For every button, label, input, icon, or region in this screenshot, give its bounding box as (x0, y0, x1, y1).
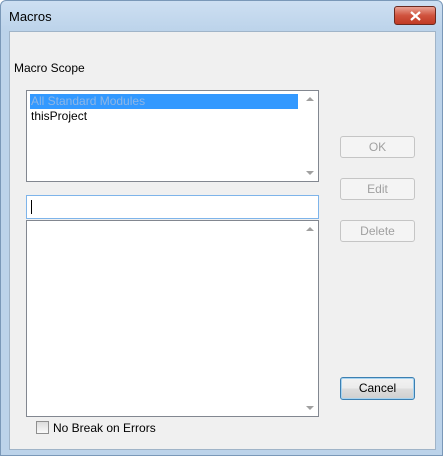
no-break-on-errors-checkbox[interactable] (36, 421, 49, 434)
text-caret (31, 200, 32, 214)
macro-scope-list[interactable]: All Standard Modules thisProject (26, 90, 319, 182)
cancel-button[interactable]: Cancel (340, 377, 415, 400)
no-break-on-errors-label: No Break on Errors (53, 421, 156, 435)
delete-button[interactable]: Delete (340, 220, 415, 242)
scope-item-all-standard-modules[interactable]: All Standard Modules (30, 94, 298, 109)
dialog-body: Macro Scope All Standard Modules thisPro… (9, 31, 436, 450)
scope-list-scrollbar[interactable] (301, 91, 318, 181)
scroll-up-arrow-icon[interactable] (306, 227, 314, 231)
macro-name-input[interactable] (26, 195, 319, 219)
edit-button[interactable]: Edit (340, 178, 415, 200)
close-button[interactable] (394, 6, 436, 25)
ok-button[interactable]: OK (340, 136, 415, 158)
scope-item-thisproject[interactable]: thisProject (30, 109, 298, 124)
title-bar: Macros (1, 1, 442, 31)
dialog-title: Macros (9, 9, 52, 24)
scroll-down-arrow-icon[interactable] (306, 171, 314, 175)
macros-list-scrollbar[interactable] (301, 221, 318, 416)
close-icon (410, 11, 421, 21)
macro-scope-label: Macro Scope (14, 61, 85, 75)
scroll-down-arrow-icon[interactable] (306, 406, 314, 410)
macros-list[interactable] (26, 220, 319, 417)
scroll-up-arrow-icon[interactable] (306, 97, 314, 101)
macros-dialog: Macros Macro Scope All Standard Modules … (0, 0, 443, 456)
